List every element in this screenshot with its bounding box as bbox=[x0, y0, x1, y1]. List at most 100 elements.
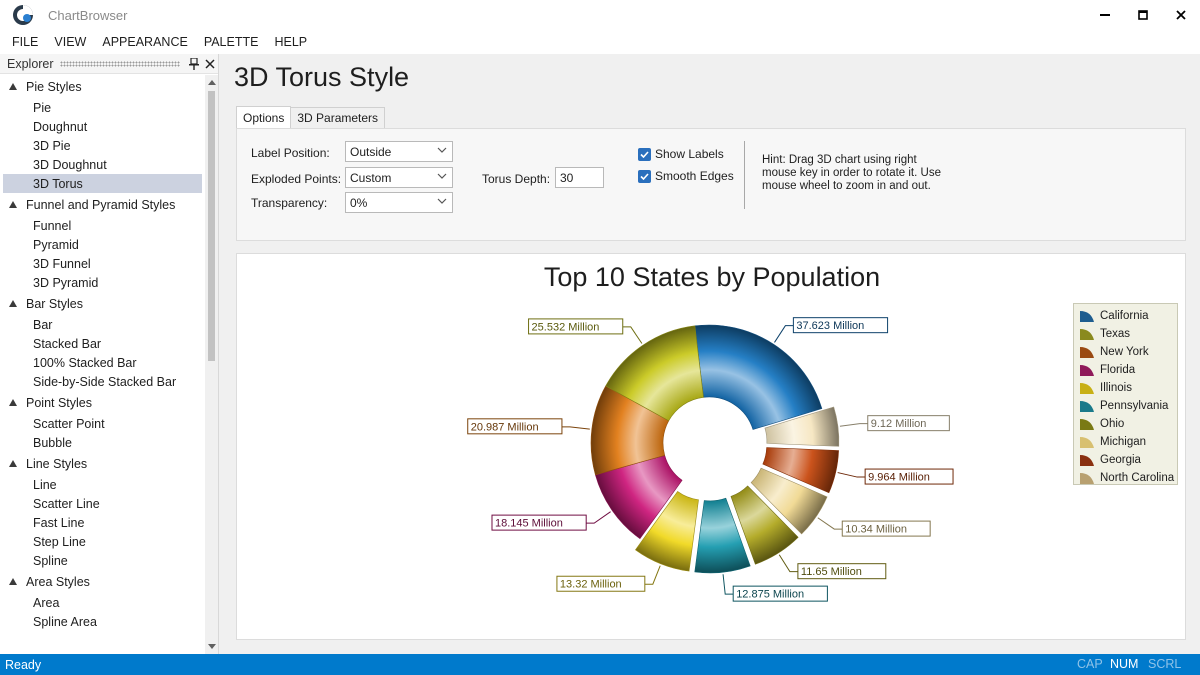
legend-item: Ohio bbox=[1074, 415, 1177, 433]
legend-swatch bbox=[1080, 436, 1094, 448]
menu-appearance[interactable]: APPEARANCE bbox=[94, 35, 195, 49]
tab-options[interactable]: Options bbox=[236, 106, 292, 128]
menu-file[interactable]: FILE bbox=[4, 35, 46, 49]
tree-group-point-styles[interactable]: Point Styles bbox=[0, 391, 204, 414]
scroll-up-button[interactable] bbox=[207, 78, 216, 87]
tree-item-pie[interactable]: Pie bbox=[0, 98, 204, 117]
tree-group-line-styles[interactable]: Line Styles bbox=[0, 452, 204, 475]
transparency-select[interactable]: 0% bbox=[345, 192, 453, 213]
tree-item-scatter-point[interactable]: Scatter Point bbox=[0, 414, 204, 433]
close-button[interactable] bbox=[1162, 0, 1200, 30]
tree-item-spline[interactable]: Spline bbox=[0, 551, 204, 570]
legend-label: California bbox=[1100, 310, 1149, 322]
legend-swatch bbox=[1080, 346, 1094, 358]
torus-depth-input[interactable]: 30 bbox=[555, 167, 604, 188]
close-icon bbox=[205, 58, 215, 69]
tree-item-pyramid[interactable]: Pyramid bbox=[0, 235, 204, 254]
label-position-select[interactable]: Outside bbox=[345, 141, 453, 162]
explorer-scrollbar[interactable] bbox=[205, 75, 218, 654]
show-labels-checkbox[interactable]: Show Labels bbox=[638, 147, 724, 161]
legend-label: Illinois bbox=[1100, 382, 1132, 394]
legend-item: Michigan bbox=[1074, 433, 1177, 451]
tree-item-3d-torus[interactable]: 3D Torus bbox=[3, 174, 202, 193]
torus-chart[interactable]: 37.623 Million 9.12 Million 9.964 Million 1… bbox=[237, 254, 1187, 641]
data-label: 20.987 Million bbox=[471, 421, 539, 433]
minimize-button[interactable] bbox=[1086, 0, 1124, 30]
tree-group-area-styles[interactable]: Area Styles bbox=[0, 570, 204, 593]
tree-item-scatter-line[interactable]: Scatter Line bbox=[0, 494, 204, 513]
tree-item-spline-area[interactable]: Spline Area bbox=[0, 612, 204, 631]
tree-item-side-by-side-stacked-bar[interactable]: Side-by-Side Stacked Bar bbox=[0, 372, 204, 391]
explorer-close-button[interactable] bbox=[202, 56, 218, 72]
legend-item: Texas bbox=[1074, 325, 1177, 343]
legend-item: North Carolina bbox=[1074, 469, 1177, 487]
scroll-thumb[interactable] bbox=[208, 91, 215, 361]
chart-legend: California Texas New York Florida Illinois Pe… bbox=[1073, 303, 1178, 485]
smooth-edges-checkbox[interactable]: Smooth Edges bbox=[638, 169, 734, 183]
legend-label: Georgia bbox=[1100, 454, 1141, 466]
torus-depth-label: Torus Depth: bbox=[482, 172, 551, 186]
data-label-leader bbox=[586, 511, 611, 524]
expand-triangle-icon bbox=[9, 300, 17, 307]
label-position-label: Label Position: bbox=[251, 146, 330, 160]
legend-swatch bbox=[1080, 328, 1094, 340]
tree-item-3d-funnel[interactable]: 3D Funnel bbox=[0, 254, 204, 273]
tab-3d-parameters[interactable]: 3D Parameters bbox=[290, 107, 386, 128]
tree-item-3d-pie[interactable]: 3D Pie bbox=[0, 136, 204, 155]
tree-item-100-stacked-bar[interactable]: 100% Stacked Bar bbox=[0, 353, 204, 372]
legend-swatch bbox=[1080, 310, 1094, 322]
menu-palette[interactable]: PALETTE bbox=[196, 35, 267, 49]
legend-label: New York bbox=[1100, 346, 1149, 358]
data-label-leader bbox=[778, 554, 798, 573]
tree-item-funnel[interactable]: Funnel bbox=[0, 216, 204, 235]
tree-group-bar-styles[interactable]: Bar Styles bbox=[0, 292, 204, 315]
chart-panel[interactable]: Top 10 States by Population 37.623 Milli… bbox=[236, 253, 1186, 640]
expand-triangle-icon bbox=[9, 399, 17, 406]
tree-item-3d-pyramid[interactable]: 3D Pyramid bbox=[0, 273, 204, 292]
legend-swatch bbox=[1080, 364, 1094, 376]
data-label: 13.32 Million bbox=[560, 579, 622, 591]
exploded-points-label: Exploded Points: bbox=[251, 172, 342, 186]
checkbox-checked-icon bbox=[638, 147, 651, 161]
menu-view[interactable]: VIEW bbox=[46, 35, 94, 49]
tree-item-3d-doughnut[interactable]: 3D Doughnut bbox=[0, 155, 204, 174]
legend-item: New York bbox=[1074, 343, 1177, 361]
menu-bar: FILE VIEW APPEARANCE PALETTE HELP bbox=[0, 30, 1200, 54]
page-title: 3D Torus Style bbox=[234, 62, 410, 92]
main-content: 3D Torus Style Options 3D Parameters Lab… bbox=[220, 54, 1200, 654]
close-icon bbox=[1176, 10, 1186, 20]
scroll-down-button[interactable] bbox=[207, 642, 216, 651]
tree-item-bar[interactable]: Bar bbox=[0, 315, 204, 334]
tree-group-funnel-pyramid-styles[interactable]: Funnel and Pyramid Styles bbox=[0, 193, 204, 216]
pin-button[interactable] bbox=[186, 56, 202, 72]
tree-item-bubble[interactable]: Bubble bbox=[0, 433, 204, 452]
options-panel: Label Position: Outside Exploded Points:… bbox=[236, 128, 1186, 241]
exploded-points-select[interactable]: Custom bbox=[345, 167, 453, 188]
checkbox-checked-icon bbox=[638, 169, 651, 183]
tree-item-line[interactable]: Line bbox=[0, 475, 204, 494]
legend-label: Ohio bbox=[1100, 418, 1125, 430]
tree-item-step-line[interactable]: Step Line bbox=[0, 532, 204, 551]
tree-item-area[interactable]: Area bbox=[0, 593, 204, 612]
window-title: ChartBrowser bbox=[48, 7, 128, 23]
expand-triangle-icon bbox=[9, 578, 17, 585]
expand-triangle-icon bbox=[9, 460, 17, 467]
app-logo-icon bbox=[13, 5, 33, 25]
hint-text: Hint: Drag 3D chart using right mouse ke… bbox=[762, 154, 941, 192]
tree-item-stacked-bar[interactable]: Stacked Bar bbox=[0, 334, 204, 353]
menu-help[interactable]: HELP bbox=[266, 35, 315, 49]
explorer-drag-grip[interactable] bbox=[59, 60, 180, 67]
chevron-down-icon bbox=[437, 198, 447, 204]
legend-label: Florida bbox=[1100, 364, 1136, 376]
legend-swatch bbox=[1080, 454, 1094, 466]
legend-label: Texas bbox=[1100, 328, 1131, 340]
tree-item-fast-line[interactable]: Fast Line bbox=[0, 513, 204, 532]
legend-swatch bbox=[1080, 418, 1094, 430]
tree-group-pie-styles[interactable]: Pie Styles bbox=[0, 75, 204, 98]
legend-label: North Carolina bbox=[1100, 472, 1175, 484]
torus-segment[interactable] bbox=[694, 324, 823, 430]
data-label: 9.964 Million bbox=[868, 472, 930, 484]
legend-label: Michigan bbox=[1100, 436, 1147, 448]
tree-item-doughnut[interactable]: Doughnut bbox=[0, 117, 204, 136]
maximize-button[interactable] bbox=[1124, 0, 1162, 30]
